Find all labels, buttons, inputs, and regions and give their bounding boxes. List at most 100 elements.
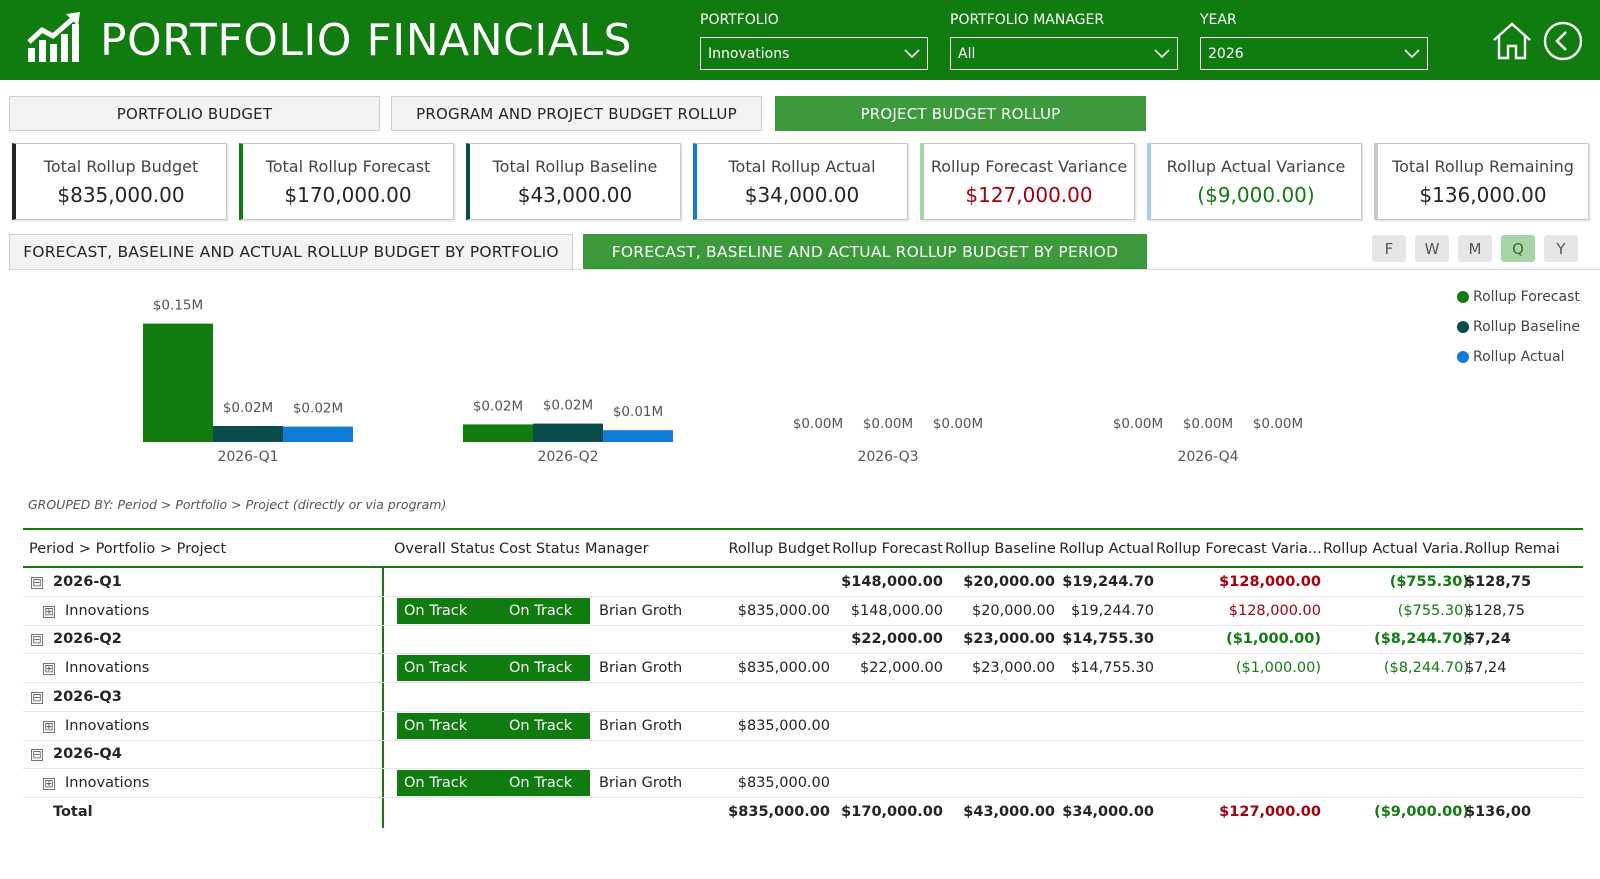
table-total-row[interactable]: Total $835,000.00 $170,000.00 $43,000.00 $34… [23, 798, 1583, 827]
portfolio-dropdown[interactable]: Innovations [700, 37, 928, 70]
tab-rollup-by-period[interactable]: FORECAST, BASELINE AND ACTUAL ROLLUP BUD… [583, 234, 1147, 270]
expand-icon[interactable]: ⊞ [43, 605, 55, 618]
bar-rollup-actual[interactable] [603, 430, 673, 442]
cell-avar: ($755.30) [1397, 602, 1469, 619]
column-header[interactable]: Rollup Baseline [945, 530, 1055, 568]
expand-icon[interactable]: ⊞ [43, 720, 55, 733]
expand-icon[interactable]: ⊞ [43, 663, 55, 676]
column-header[interactable]: Rollup Forecast [831, 530, 943, 568]
kpi-value: $170,000.00 [284, 183, 412, 207]
legend-dot-icon [1457, 321, 1469, 333]
row-label: 2026-Q4 [53, 746, 122, 763]
legend-item[interactable]: Rollup Forecast [1457, 282, 1580, 312]
row-label: 2026-Q2 [53, 631, 122, 648]
cell-fvar: $127,000.00 [1219, 803, 1321, 820]
period-button-w[interactable]: W [1415, 235, 1449, 262]
data-label: $0.02M [223, 400, 273, 416]
portfolio-manager-dropdown[interactable]: All [950, 37, 1178, 70]
cell-remaining [1465, 712, 1583, 740]
cell-budget [703, 683, 830, 711]
column-header[interactable]: Rollup Actual Varia... [1323, 530, 1469, 568]
column-header[interactable]: Rollup Forecast Varia... [1156, 530, 1321, 568]
data-label: $0.02M [543, 398, 593, 414]
column-header[interactable]: Rollup Budget [703, 530, 830, 568]
chart-legend: Rollup Forecast Rollup Baseline Rollup Act… [1457, 282, 1580, 372]
overall-status: On Track [404, 660, 468, 677]
bar-rollup-actual[interactable] [283, 426, 353, 442]
data-label: $0.02M [293, 401, 343, 417]
kpi-label: Total Rollup Baseline [492, 157, 658, 176]
column-header[interactable]: Period > Portfolio > Project [29, 530, 379, 568]
collapse-icon[interactable]: ⊟ [31, 634, 43, 647]
legend-dot-icon [1457, 291, 1469, 303]
cell-baseline [945, 740, 1055, 768]
x-tick-label: 2026-Q4 [1177, 449, 1238, 465]
period-button-q[interactable]: Q [1501, 235, 1535, 262]
cell-fvar [1156, 712, 1321, 740]
manager: Brian Groth [599, 774, 683, 791]
period-button-f[interactable]: F [1372, 235, 1406, 262]
row-label: Innovations [65, 717, 150, 734]
table-group-row[interactable]: ⊟ 2026-Q4 [23, 740, 1583, 770]
cell-budget: $835,000.00 [728, 803, 830, 820]
kpi-label: Rollup Forecast Variance [930, 157, 1128, 176]
cell-baseline: $20,000.00 [963, 574, 1055, 590]
cell-budget: $835,000.00 [737, 660, 830, 677]
dropdown-value: All [958, 45, 976, 62]
chart-growth-icon [27, 12, 80, 62]
bar-rollup-baseline[interactable] [213, 426, 283, 442]
cell-actual: $34,000.00 [1062, 803, 1154, 820]
expand-icon[interactable]: ⊞ [43, 777, 55, 790]
manager: Brian Groth [599, 602, 683, 619]
table-row[interactable]: ⊞ Innovations On Track On Track Brian Groth $… [23, 769, 1583, 798]
collapse-icon[interactable]: ⊟ [31, 749, 43, 762]
cell-budget: $835,000.00 [737, 717, 830, 734]
legend-label: Rollup Forecast [1473, 289, 1580, 305]
table-row[interactable]: ⊞ Innovations On Track On Track Brian Groth $… [23, 712, 1583, 741]
table-group-row[interactable]: ⊟ 2026-Q3 [23, 683, 1583, 712]
column-header[interactable]: Overall Status [394, 530, 494, 568]
legend-item[interactable]: Rollup Baseline [1457, 312, 1580, 342]
tab-program-project-budget-rollup[interactable]: PROGRAM AND PROJECT BUDGET ROLLUP [391, 96, 762, 131]
tab-project-budget-rollup[interactable]: PROJECT BUDGET ROLLUP [775, 96, 1146, 131]
column-header[interactable]: Cost Status [499, 530, 579, 568]
data-label: $0.01M [613, 404, 663, 420]
bar-rollup-forecast[interactable] [463, 424, 533, 442]
bar-rollup-forecast[interactable] [143, 323, 213, 442]
legend-item[interactable]: Rollup Actual [1457, 342, 1580, 372]
chevron-down-icon [904, 48, 920, 58]
cell-avar [1323, 712, 1469, 740]
cell-fvar [1156, 740, 1321, 768]
column-header[interactable]: Rollup Remai [1465, 530, 1577, 568]
tab-portfolio-budget[interactable]: PORTFOLIO BUDGET [9, 96, 380, 131]
data-label: $0.00M [933, 416, 983, 432]
column-header[interactable]: Rollup Actual [1056, 530, 1154, 568]
tab-rollup-by-portfolio[interactable]: FORECAST, BASELINE AND ACTUAL ROLLUP BUD… [9, 234, 573, 270]
kpi-label: Total Rollup Forecast [265, 157, 431, 176]
cell-budget: $835,000.00 [737, 602, 830, 619]
cell-remaining [1465, 740, 1583, 768]
bar-rollup-baseline[interactable] [533, 423, 603, 442]
kpi-card: Total Rollup Budget $835,000.00 [12, 143, 227, 220]
x-tick-label: 2026-Q1 [217, 449, 278, 465]
year-dropdown[interactable]: 2026 [1200, 37, 1428, 70]
table-group-row[interactable]: ⊟ 2026-Q2 $22,000.00 $23,000.00 $14,755.30 ($… [23, 625, 1583, 655]
cell-budget [703, 625, 830, 653]
home-icon[interactable] [1492, 20, 1532, 62]
data-label: $0.15M [153, 298, 203, 314]
row-label: 2026-Q3 [53, 688, 122, 705]
collapse-icon[interactable]: ⊟ [31, 691, 43, 704]
period-button-m[interactable]: M [1458, 235, 1492, 262]
column-header[interactable]: Manager [585, 530, 700, 568]
table-group-row[interactable]: ⊟ 2026-Q1 $148,000.00 $20,000.00 $19,244.70 $… [23, 568, 1583, 597]
collapse-icon[interactable]: ⊟ [31, 577, 43, 589]
data-label: $0.02M [473, 398, 523, 414]
period-button-y[interactable]: Y [1544, 235, 1578, 262]
cell-budget [703, 568, 830, 596]
grouped-by-note: GROUPED BY: Period > Portfolio > Project… [28, 497, 447, 512]
page-title: PORTFOLIO FINANCIALS [100, 15, 632, 66]
cell-remaining: $128,75 [1465, 574, 1532, 590]
table-row[interactable]: ⊞ Innovations On Track On Track Brian Groth $… [23, 654, 1583, 684]
back-icon[interactable] [1543, 21, 1583, 61]
table-row[interactable]: ⊞ Innovations On Track On Track Brian Groth $… [23, 597, 1583, 626]
